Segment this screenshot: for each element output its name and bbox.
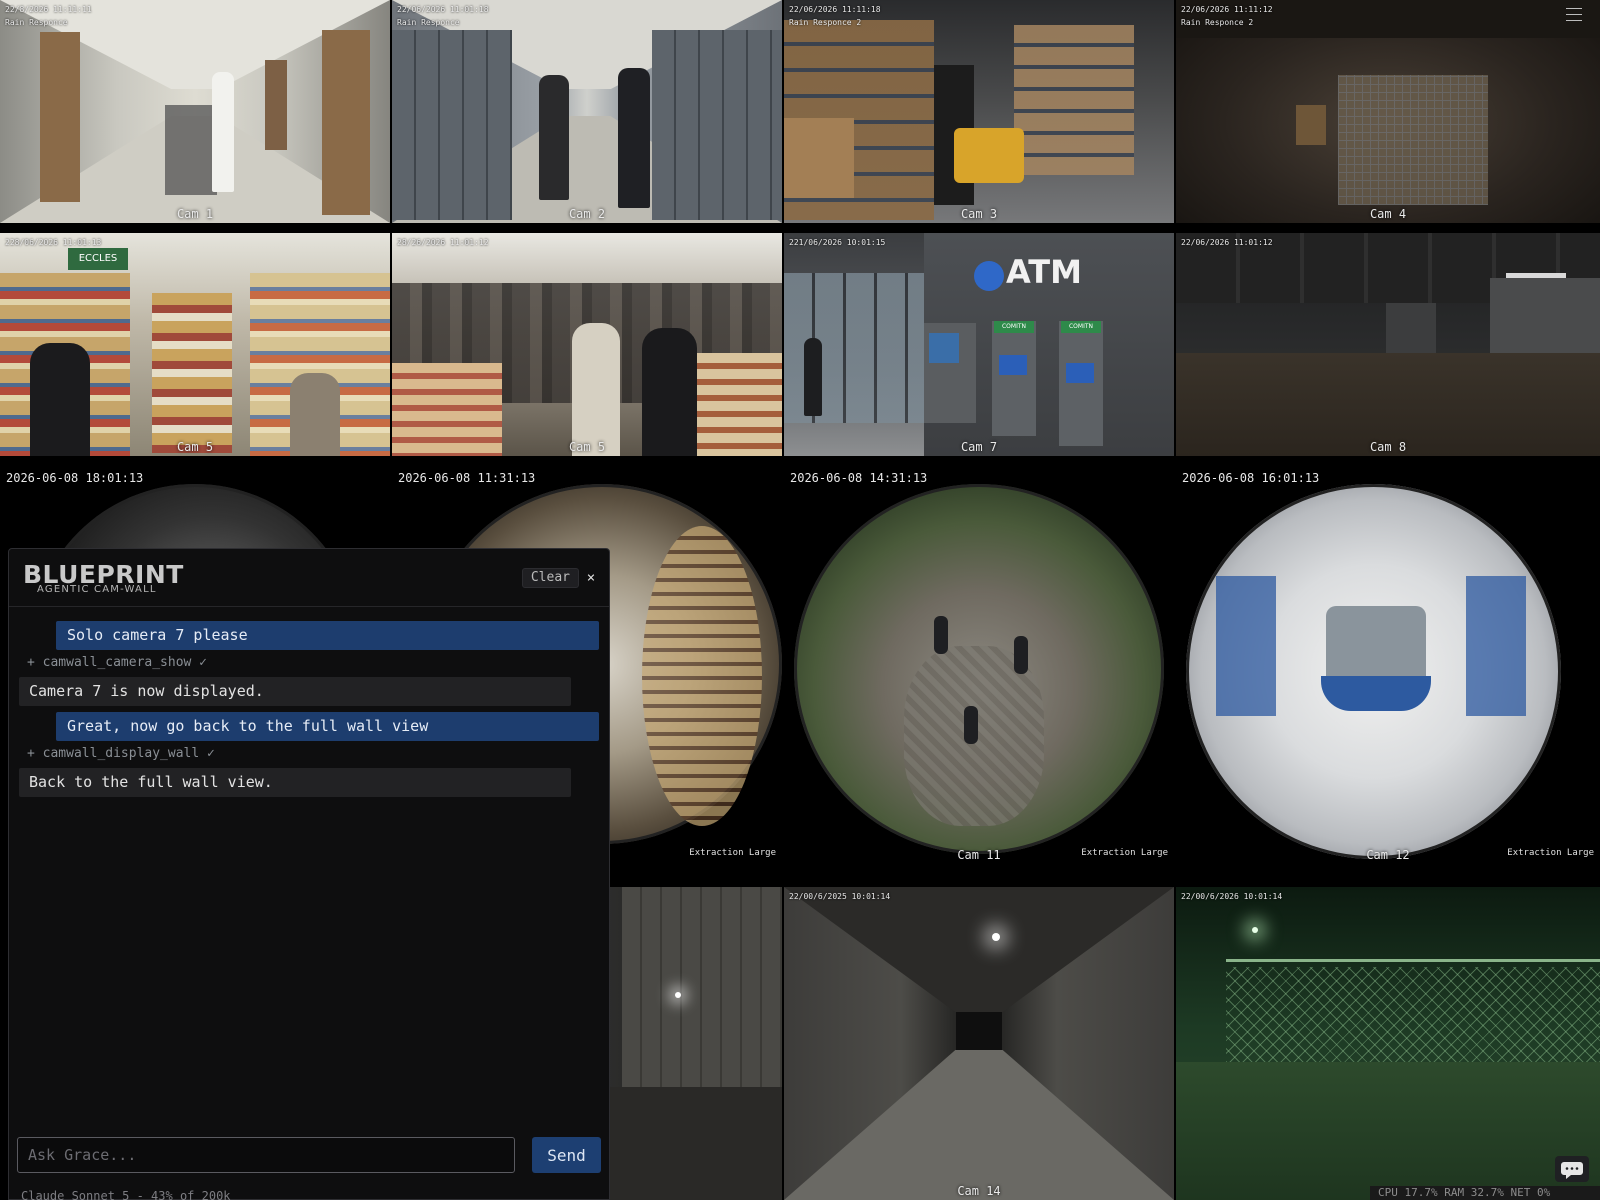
- camera-tile-11[interactable]: 2026-06-08 14:31:13 Cam 11 Extraction La…: [784, 466, 1174, 866]
- camera-tile-14[interactable]: 22/00/6/2025 10:01:14 Cam 14: [784, 887, 1174, 1200]
- camera-timestamp: 22/00/6/2026 10:01:14: [1181, 892, 1283, 901]
- camera-tile-4[interactable]: 22/06/2026 11:11:12 Rain Responce 2 Cam 4: [1176, 0, 1600, 223]
- assistant-message: Camera 7 is now displayed.: [19, 677, 571, 706]
- menu-icon[interactable]: [1566, 8, 1582, 22]
- camera-timestamp: 22/8/2026 11:11:11 Rain Responce: [5, 5, 92, 27]
- camera-timestamp: 22/06/2026 11:01:12: [1181, 238, 1273, 247]
- camera-label: Cam 14: [957, 1184, 1001, 1198]
- chat-panel: BLUEPRINT AGENTIC CAM-WALL Clear × Solo …: [8, 548, 610, 1200]
- user-message: Great, now go back to the full wall view: [56, 712, 599, 741]
- camera-timestamp: 228/06/2026 11:01:13: [5, 238, 102, 247]
- camera-timestamp: 22/00/6/2025 10:01:14: [789, 892, 891, 901]
- camera-tile-1[interactable]: 22/8/2026 11:11:11 Rain Responce Cam 1: [0, 0, 390, 223]
- camera-timestamp: 22/06/2026 11:11:12 Rain Responce 2: [1181, 5, 1273, 27]
- camera-tile-8[interactable]: 22/06/2026 11:01:12 Cam 8: [1176, 233, 1600, 456]
- camera-extra-label: Extraction Large: [1081, 848, 1168, 858]
- camera-timestamp: 28/26/2026 11:01:12: [397, 238, 489, 247]
- camera-label: Cam 7: [960, 440, 998, 454]
- camera-label: Cam 1: [176, 207, 214, 221]
- camera-tile-7[interactable]: ATM COMITN COMITN 221/06/2026 10:01:15 C…: [784, 233, 1174, 456]
- camera-label: Cam 3: [960, 207, 998, 221]
- user-message: Solo camera 7 please: [56, 621, 599, 650]
- system-status: CPU 17.7% RAM 32.7% NET 0%: [1370, 1186, 1600, 1200]
- camera-label: Cam 2: [568, 207, 606, 221]
- store-sign: ECCLES: [68, 248, 128, 270]
- assistant-message: Back to the full wall view.: [19, 768, 571, 797]
- camera-label: Cam 4: [1369, 207, 1407, 221]
- camera-tile-12[interactable]: 2026-06-08 16:01:13 Cam 12 Extraction La…: [1176, 466, 1600, 866]
- camera-timestamp: 2026-06-08 11:31:13: [398, 471, 536, 485]
- chat-toggle-button[interactable]: [1555, 1156, 1589, 1182]
- camera-timestamp: 22/06/2026 11:11:18 Rain Responce 2: [789, 5, 881, 27]
- camera-timestamp: 2026-06-08 16:01:13: [1182, 471, 1320, 485]
- close-icon[interactable]: ×: [583, 568, 599, 588]
- tool-call: + camwall_display_wall ✓: [27, 746, 215, 761]
- camera-label: Cam 5: [568, 440, 606, 454]
- camera-tile-3[interactable]: 22/06/2026 11:11:18 Rain Responce 2 Cam 3: [784, 0, 1174, 223]
- camera-timestamp: 2026-06-08 14:31:13: [790, 471, 928, 485]
- chat-bubble-icon: [1561, 1162, 1583, 1179]
- camera-timestamp: 221/06/2026 10:01:15: [789, 238, 886, 247]
- atm-sign: ATM: [1006, 253, 1082, 291]
- camera-label: Cam 5: [176, 440, 214, 454]
- model-usage: Claude Sonnet 5 - 43% of 200k: [21, 1189, 231, 1200]
- brand-subtitle: AGENTIC CAM-WALL: [37, 584, 157, 595]
- camera-tile-5[interactable]: ECCLES 228/06/2026 11:01:13 Cam 5: [0, 233, 390, 456]
- camera-timestamp: 2026-06-08 18:01:13: [6, 471, 144, 485]
- camera-timestamp: 22/06/2026 11:01:18 Rain Responce: [397, 5, 489, 27]
- camera-extra-label: Extraction Large: [1507, 848, 1594, 858]
- send-button[interactable]: Send: [532, 1137, 601, 1173]
- chat-input[interactable]: [17, 1137, 515, 1173]
- clear-button[interactable]: Clear: [521, 568, 579, 588]
- camera-tile-2[interactable]: 22/06/2026 11:01:18 Rain Responce Cam 2: [392, 0, 782, 223]
- camera-label: Cam 8: [1369, 440, 1407, 454]
- chat-header: BLUEPRINT AGENTIC CAM-WALL Clear ×: [9, 549, 609, 607]
- camera-extra-label: Extraction Large: [689, 848, 776, 858]
- tool-call: + camwall_camera_show ✓: [27, 655, 208, 670]
- camera-tile-15[interactable]: 22/00/6/2026 10:01:14: [1176, 887, 1600, 1200]
- camera-tile-6[interactable]: 28/26/2026 11:01:12 Cam 5: [392, 233, 782, 456]
